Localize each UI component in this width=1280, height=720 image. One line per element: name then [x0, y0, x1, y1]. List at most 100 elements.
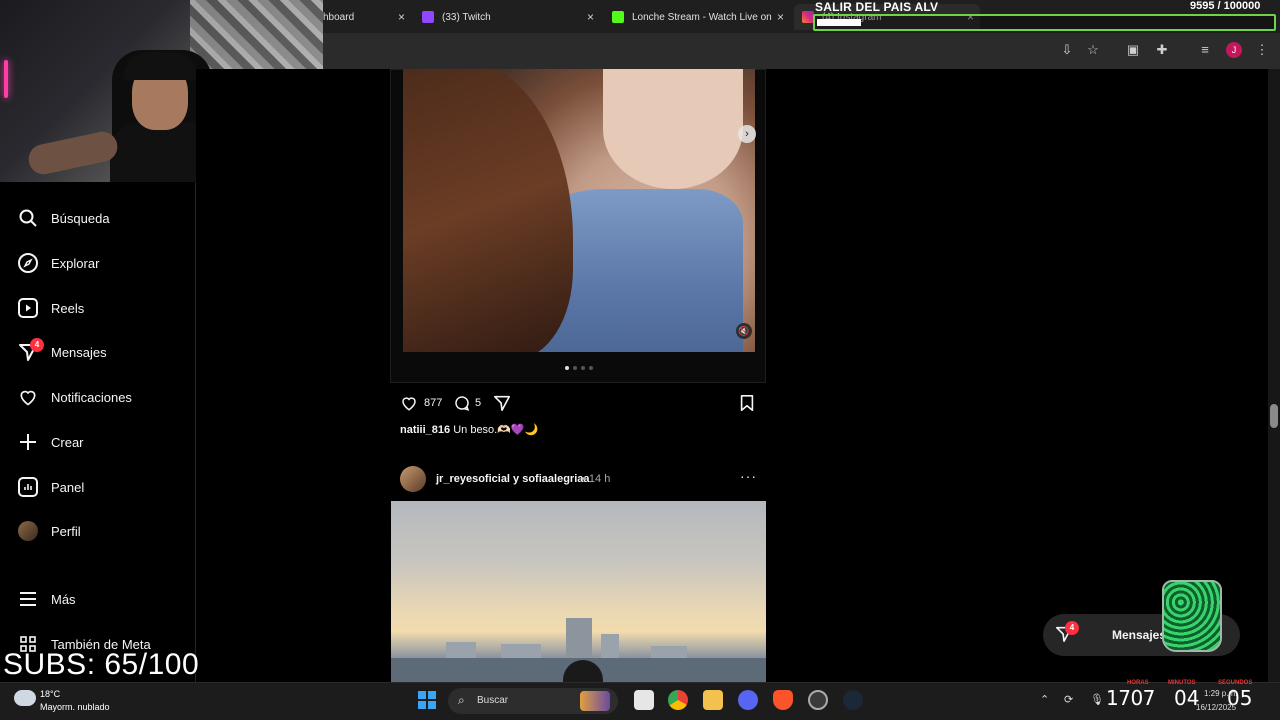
more-options-icon[interactable]: ···	[740, 468, 757, 484]
carousel-dot	[565, 366, 569, 370]
search-highlight-icon	[580, 691, 610, 711]
sidebar-item-reels[interactable]: Reels	[18, 296, 84, 320]
close-icon[interactable]: ×	[398, 10, 405, 24]
sidebar-item-label: Panel	[51, 479, 85, 495]
taskbar-search[interactable]: ⌕ Buscar	[448, 688, 618, 714]
sidebar-item-label: Reels	[51, 300, 85, 316]
extensions-icon[interactable]: ✚	[1154, 42, 1170, 58]
sidebar-item-label: Más	[51, 591, 76, 607]
sidebar-item-explore[interactable]: Explorar	[18, 251, 99, 275]
notification-badge: 4	[1065, 621, 1079, 635]
like-heart-icon[interactable]	[400, 394, 418, 412]
carousel-dot	[581, 366, 585, 370]
post-header: jr_reyesoficial y sofiaalegriaa • 14 h ·…	[400, 466, 760, 492]
sidebar-item-search[interactable]: Búsqueda	[18, 206, 110, 230]
carousel-dot	[589, 366, 593, 370]
kick-icon	[612, 11, 624, 23]
task-view-icon[interactable]	[634, 690, 654, 710]
sidebar-item-notifications[interactable]: Notificaciones	[18, 385, 132, 409]
menu-icon	[18, 589, 38, 609]
carousel-dot	[573, 366, 577, 370]
sidebar-item-more[interactable]: Más	[18, 587, 76, 611]
like-count: 877	[424, 397, 443, 409]
post-media[interactable]	[391, 501, 766, 682]
search-icon	[18, 208, 38, 228]
sidebar-item-messages[interactable]: 4 Mensajes	[18, 338, 107, 364]
goal-count: 9595 / 100000	[1190, 0, 1261, 12]
search-icon: ⌕	[458, 693, 465, 707]
profile-avatar[interactable]: J	[1226, 42, 1242, 58]
sidebar-item-label: Mensajes	[51, 344, 107, 360]
close-icon[interactable]: ×	[587, 10, 594, 24]
system-time[interactable]: 1:29 p.m.	[1204, 689, 1237, 698]
messenger-icon: 4	[18, 338, 44, 362]
sidebar-item-label: Explorar	[51, 255, 100, 271]
share-icon[interactable]	[493, 394, 511, 412]
file-explorer-icon[interactable]	[703, 690, 723, 710]
dashboard-icon	[18, 477, 38, 497]
profile-avatar	[18, 521, 38, 541]
mute-icon[interactable]: 🔇	[736, 323, 752, 339]
caption-text: Un beso.🫶🏻💜🌙	[453, 424, 539, 436]
goal-progress-bar	[813, 14, 1276, 31]
plus-icon	[18, 432, 38, 452]
post-time: • 14 h	[582, 473, 611, 485]
playlist-icon[interactable]: ≡	[1197, 42, 1213, 58]
goal-title: SALIR DEL PAIS ALV	[815, 0, 939, 14]
reels-icon	[18, 298, 38, 318]
install-icon[interactable]: ⇩	[1059, 42, 1075, 58]
microphone-icon[interactable]: 🎙	[1090, 693, 1104, 706]
post-caption: natiii_816 Un beso.🫶🏻💜🌙	[400, 423, 538, 436]
timer-hours: 1707	[1106, 686, 1155, 710]
kebab-menu-icon[interactable]: ⋮	[1254, 42, 1270, 58]
heart-icon	[18, 387, 38, 407]
close-icon[interactable]: ×	[777, 10, 784, 24]
sidebar-item-label: Notificaciones	[51, 389, 132, 405]
sync-icon[interactable]: ⟳	[1064, 693, 1073, 706]
sidebar-item-create[interactable]: Crear	[18, 430, 84, 454]
tab-title: hboard	[323, 11, 355, 23]
jar-widget	[1162, 580, 1222, 652]
comment-count: 5	[475, 397, 482, 409]
system-date[interactable]: 16/12/2025	[1196, 703, 1236, 712]
subs-counter: SUBS: 65/100	[3, 648, 200, 681]
messages-label: Mensajes	[1112, 628, 1167, 642]
obs-icon[interactable]	[808, 690, 828, 710]
caption-username[interactable]: natiii_816	[400, 424, 450, 436]
sidebar-item-label: Perfil	[51, 523, 81, 539]
post-actions: 877 5	[400, 393, 760, 413]
sidebar-item-dashboard[interactable]: Panel	[18, 475, 84, 499]
goal-progress-fill	[817, 19, 861, 26]
notification-badge: 4	[30, 338, 44, 352]
windows-start-icon[interactable]	[418, 691, 436, 709]
sidebar-item-profile[interactable]: Perfil	[18, 519, 81, 543]
post-media[interactable]	[403, 69, 755, 352]
comment-icon[interactable]	[453, 394, 471, 412]
user-avatar[interactable]	[400, 466, 426, 492]
weather-description[interactable]: Mayorm. nublado	[40, 702, 110, 712]
cloud-icon[interactable]	[14, 690, 36, 706]
tab-title: Lonche Stream - Watch Live on	[632, 11, 772, 23]
discord-icon[interactable]	[738, 690, 758, 710]
sidebar-item-label: Búsqueda	[51, 210, 110, 226]
scrollbar[interactable]	[1268, 69, 1280, 682]
weather-temperature[interactable]: 18°C	[40, 689, 60, 699]
sidebar-item-label: Crear	[51, 434, 84, 450]
chevron-right-icon[interactable]: ›	[738, 125, 756, 143]
chevron-up-icon[interactable]: ⌃	[1040, 693, 1049, 706]
tab-twitch[interactable]: (33) Twitch ×	[414, 4, 600, 30]
search-label: Buscar	[477, 695, 509, 706]
brave-icon[interactable]	[773, 690, 793, 710]
bookmark-star-icon[interactable]: ☆	[1085, 42, 1101, 58]
post-usernames[interactable]: jr_reyesoficial y sofiaalegriaa	[436, 473, 589, 485]
bookmark-icon[interactable]	[738, 394, 756, 412]
carousel-dots	[565, 366, 593, 370]
scrollbar-thumb[interactable]	[1270, 404, 1278, 428]
chrome-icon[interactable]	[668, 690, 688, 710]
steam-icon[interactable]	[843, 690, 863, 710]
tab-dashboard[interactable]: hboard ×	[323, 4, 411, 30]
media-icon[interactable]: ▣	[1125, 42, 1141, 58]
tab-kick[interactable]: Lonche Stream - Watch Live on ×	[604, 4, 790, 30]
tab-title: (33) Twitch	[442, 11, 491, 23]
twitch-icon	[422, 11, 434, 23]
